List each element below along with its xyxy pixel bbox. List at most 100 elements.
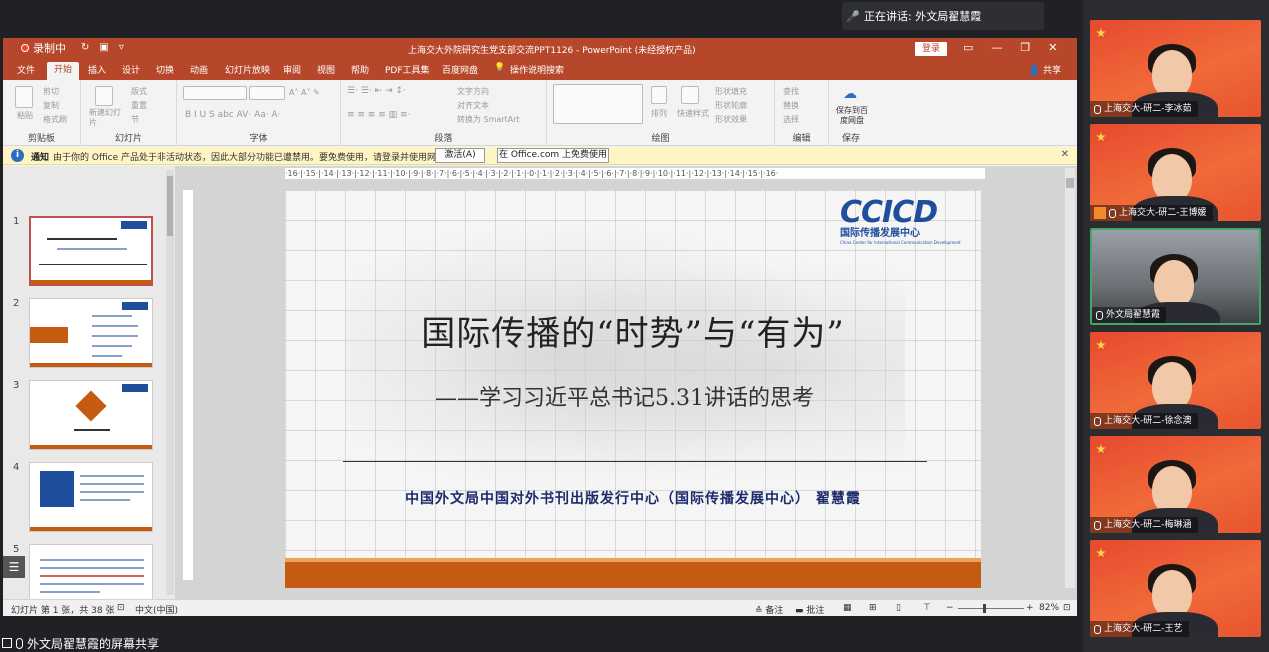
- grow-font-icon[interactable]: A˄ A˅ ✎: [289, 88, 320, 97]
- microphone-icon: [1094, 520, 1101, 530]
- tab-design[interactable]: 设计: [122, 63, 140, 76]
- shape-outline-button[interactable]: 形状轮廓: [715, 100, 747, 111]
- tab-slideshow[interactable]: 幻灯片放映: [225, 63, 270, 76]
- participant-face: [1154, 260, 1194, 308]
- participant-face: [1152, 50, 1192, 98]
- participant-tile[interactable]: 上海交大-研二-王艺: [1090, 540, 1261, 637]
- new-slide-icon[interactable]: [95, 86, 113, 106]
- tell-me-search[interactable]: 操作说明搜索: [510, 63, 564, 76]
- font-size-select[interactable]: [249, 86, 285, 100]
- current-slide[interactable]: CCICD 国际传播发展中心 China Center for Internat…: [285, 190, 981, 588]
- new-slide-button[interactable]: 新建幻灯片: [89, 108, 123, 128]
- editor-scroll-thumb[interactable]: [1066, 178, 1074, 188]
- thumbnail-list-line: [92, 355, 122, 357]
- slide-sorter-icon[interactable]: ⊞: [869, 603, 877, 613]
- save-to-baidu-button[interactable]: 保存到百度网盘: [833, 106, 871, 126]
- tab-home[interactable]: 开始: [47, 62, 80, 80]
- zoom-in-icon[interactable]: +: [1026, 603, 1034, 613]
- tab-animations[interactable]: 动画: [190, 63, 208, 76]
- zoom-slider[interactable]: [958, 604, 1024, 613]
- slide-thumbnail-4[interactable]: [29, 462, 153, 532]
- reading-view-icon[interactable]: ▯: [896, 603, 901, 613]
- font-name-select[interactable]: [183, 86, 247, 100]
- slideshow-view-icon[interactable]: ⊤: [923, 603, 931, 613]
- participant-tile[interactable]: 上海交大-研二-徐念澳: [1090, 332, 1261, 429]
- cut-button[interactable]: 剪切: [43, 86, 59, 97]
- tab-review[interactable]: 审阅: [283, 63, 301, 76]
- slide-byline[interactable]: 中国外文局中国对外书刊出版发行中心（国际传播发展中心） 翟慧霞: [285, 488, 981, 508]
- language-indicator[interactable]: 中文(中国): [135, 603, 178, 616]
- normal-view-icon[interactable]: ▦: [843, 603, 852, 613]
- baidu-netdisk-icon[interactable]: ☁: [843, 86, 857, 102]
- comments-button[interactable]: ▬ 批注: [795, 603, 824, 616]
- zoom-level[interactable]: 82%: [1039, 603, 1059, 613]
- quick-styles-button[interactable]: 快速样式: [677, 108, 709, 119]
- format-painter-button[interactable]: 格式刷: [43, 114, 67, 125]
- smartart-button[interactable]: 转换为 SmartArt: [457, 114, 520, 125]
- notes-icon: ≙: [755, 606, 763, 616]
- arrange-button[interactable]: 排列: [651, 108, 667, 119]
- zoom-out-icon[interactable]: −: [946, 603, 954, 613]
- paste-button[interactable]: 粘贴: [17, 110, 33, 121]
- slide-thumbnail-5[interactable]: [29, 544, 153, 599]
- font-format-icons[interactable]: B I U S abc AV· Aa· A·: [185, 110, 280, 120]
- accessibility-icon[interactable]: ⊡: [117, 603, 125, 613]
- use-online-button[interactable]: 在 Office.com 上免费使用: [497, 148, 609, 163]
- customize-toolbar-icon[interactable]: ▿: [119, 42, 124, 53]
- align-text-button[interactable]: 对齐文本: [457, 100, 489, 111]
- panel-toggle-icon[interactable]: ☰: [3, 556, 25, 578]
- shape-effects-button[interactable]: 形状效果: [715, 114, 747, 125]
- minimize-icon[interactable]: —: [991, 41, 1002, 54]
- tab-baidu-netdisk[interactable]: 百度网盘: [442, 63, 478, 76]
- ribbon-display-icon[interactable]: ▭: [963, 41, 973, 54]
- section-button[interactable]: 节: [131, 114, 139, 125]
- tab-pdf-tools[interactable]: PDF工具集: [385, 63, 430, 76]
- slide-thumbnail-2[interactable]: [29, 298, 153, 368]
- zoom-slider-knob[interactable]: [983, 604, 986, 613]
- slide-title[interactable]: 国际传播的“时势”与“有为”: [285, 306, 981, 355]
- find-button[interactable]: 查找: [783, 86, 799, 97]
- tab-help[interactable]: 帮助: [351, 63, 369, 76]
- close-icon[interactable]: ✕: [1048, 41, 1057, 54]
- thumbnail-band: [30, 445, 152, 449]
- tab-insert[interactable]: 插入: [88, 63, 106, 76]
- arrange-icon[interactable]: [651, 86, 667, 104]
- align-icons[interactable]: ≡ ≡ ≡ ≡ ▥ ≡·: [347, 110, 410, 120]
- start-slideshow-icon[interactable]: ▣: [99, 42, 108, 53]
- login-button[interactable]: 登录: [915, 42, 947, 56]
- activate-button[interactable]: 激活(A): [435, 148, 485, 163]
- thumbnail-scroll-thumb[interactable]: [167, 176, 173, 236]
- slide-subtitle[interactable]: ——学习习近平总书记5.31讲话的思考: [435, 380, 814, 412]
- tab-transitions[interactable]: 切换: [156, 63, 174, 76]
- reset-button[interactable]: 重置: [131, 100, 147, 111]
- select-button[interactable]: 选择: [783, 114, 799, 125]
- quick-styles-icon[interactable]: [681, 86, 699, 104]
- shape-fill-button[interactable]: 形状填充: [715, 86, 747, 97]
- slide-thumbnail-3[interactable]: [29, 380, 153, 450]
- layout-button[interactable]: 版式: [131, 86, 147, 97]
- thumbnail-number: 4: [13, 462, 20, 473]
- share-button[interactable]: 👤 共享: [1029, 63, 1061, 76]
- replace-button[interactable]: 替换: [783, 100, 799, 111]
- restore-icon[interactable]: ❐: [1020, 41, 1030, 54]
- participant-tile-active-speaker[interactable]: 外文局翟慧霞: [1090, 228, 1261, 325]
- shapes-gallery[interactable]: [553, 84, 643, 124]
- thumbnail-scrollbar[interactable]: [166, 170, 174, 595]
- slide-thumbnail-1[interactable]: [29, 216, 153, 286]
- participant-tile[interactable]: 上海交大-研二-梅琳涵: [1090, 436, 1261, 533]
- participant-tile[interactable]: 上海交大-研二-王博媛: [1090, 124, 1261, 221]
- tab-file[interactable]: 文件: [17, 63, 35, 76]
- tab-view[interactable]: 视图: [317, 63, 335, 76]
- close-notice-icon[interactable]: ✕: [1061, 149, 1069, 160]
- copy-button[interactable]: 复制: [43, 100, 59, 111]
- list-icons[interactable]: ☰· ☰· ⇤ ⇥ ↕·: [347, 86, 406, 96]
- fit-slide-icon[interactable]: ⊡: [1063, 603, 1071, 613]
- paste-icon[interactable]: [15, 86, 33, 108]
- redo-icon[interactable]: ↻: [81, 42, 89, 53]
- text-direction-button[interactable]: 文字方向: [457, 86, 489, 97]
- editor-scrollbar[interactable]: [1065, 168, 1075, 588]
- recording-badge[interactable]: 录制中: [21, 40, 66, 56]
- notes-button[interactable]: ≙ 备注: [755, 603, 783, 616]
- participant-tile[interactable]: 上海交大-研二-李冰茹: [1090, 20, 1261, 117]
- thumbnail-list-line: [92, 325, 138, 327]
